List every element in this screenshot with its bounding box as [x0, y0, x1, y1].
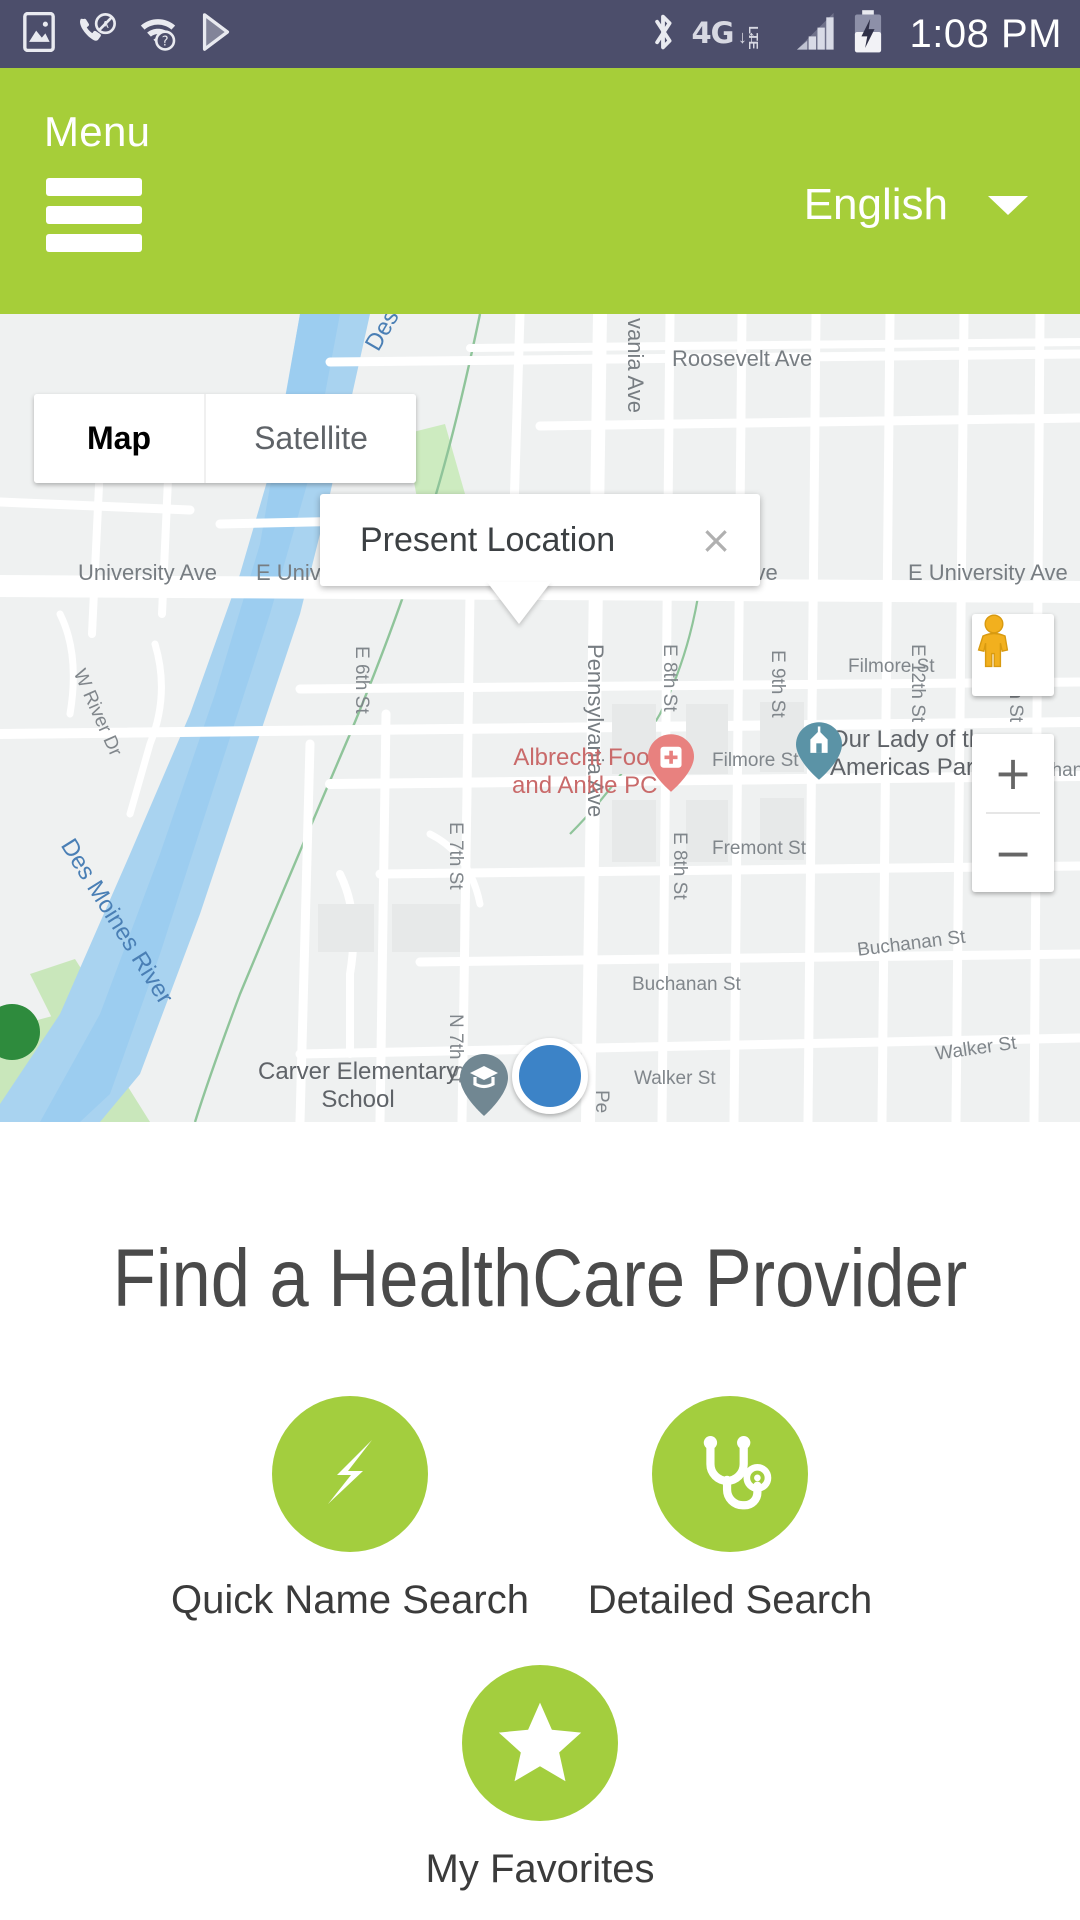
language-selector[interactable]: English	[804, 180, 1028, 230]
tile-detailed-search[interactable]: Detailed Search	[540, 1396, 920, 1623]
svg-text:?: ?	[162, 34, 169, 49]
lte-label: LTE	[745, 26, 761, 50]
present-location-dot[interactable]	[512, 1038, 588, 1114]
hamburger-bar	[46, 234, 142, 252]
star-icon	[494, 1695, 586, 1792]
status-bar-clock: 1:08 PM	[909, 11, 1062, 56]
svg-text:A: A	[102, 19, 109, 30]
lightning-bolt-icon	[306, 1428, 394, 1521]
hamburger-menu-icon[interactable]	[46, 178, 142, 262]
photo-icon	[22, 11, 56, 57]
tile-quick-name-search[interactable]: Quick Name Search	[160, 1396, 540, 1623]
battery-charging-icon	[852, 9, 884, 59]
close-icon[interactable]: ×	[700, 521, 732, 559]
info-window-tail	[487, 582, 551, 624]
tile-label-detailed-search: Detailed Search	[587, 1578, 873, 1622]
action-tiles-row-2: My Favorites	[0, 1665, 1080, 1892]
map-view[interactable]: Map Satellite Present Location × Des Moi…	[0, 314, 1080, 1122]
map-type-toggle[interactable]: Map Satellite	[34, 394, 416, 483]
hamburger-bar	[46, 178, 142, 196]
detailed-search-circle[interactable]	[652, 1396, 808, 1552]
status-bar-right-icons: 4G ↓↑ LTE 1:08 PM	[648, 9, 1063, 59]
my-favorites-circle[interactable]	[462, 1665, 618, 1821]
tile-label-quick-name-search: Quick Name Search	[171, 1578, 529, 1622]
play-store-icon	[198, 12, 234, 57]
tile-label-my-favorites: My Favorites	[425, 1847, 655, 1891]
wifi-question-icon: ?	[138, 12, 178, 57]
action-tiles: Quick Name Search Detailed Search My Fav…	[0, 1396, 1080, 1892]
menu-label[interactable]: Menu	[44, 108, 150, 156]
language-label: English	[803, 180, 948, 229]
call-mute-icon: A	[76, 12, 118, 57]
hamburger-bar	[46, 206, 142, 224]
quick-name-search-circle[interactable]	[272, 1396, 428, 1552]
status-bar: A ? 4G ↓↑ LTE 1:08 PM	[0, 0, 1080, 68]
app-header: Menu English	[0, 68, 1080, 314]
stethoscope-icon	[685, 1427, 775, 1522]
chevron-down-icon	[988, 195, 1028, 215]
street-view-pegman-icon[interactable]	[972, 614, 1054, 696]
bluetooth-icon	[648, 10, 678, 59]
page-title: Find a HealthCare Provider	[112, 1233, 968, 1324]
status-bar-left-icons: A ?	[22, 11, 234, 57]
network-type-label: 4G	[691, 16, 735, 50]
map-type-satellite-button[interactable]: Satellite	[204, 394, 416, 483]
main-content: Find a HealthCare Provider Quick Name Se…	[0, 1122, 1080, 1920]
signal-bars-icon	[794, 11, 838, 58]
map-type-map-button[interactable]: Map	[34, 394, 204, 483]
info-window-title: Present Location	[360, 520, 616, 559]
zoom-in-button[interactable]: +	[972, 734, 1054, 812]
zoom-out-button[interactable]: −	[972, 814, 1054, 892]
present-location-info-window[interactable]: Present Location ×	[320, 494, 760, 586]
map-zoom-controls[interactable]: + −	[972, 734, 1054, 892]
tile-my-favorites[interactable]: My Favorites	[350, 1665, 730, 1892]
network-4glte-icon: 4G ↓↑ LTE	[692, 19, 780, 50]
